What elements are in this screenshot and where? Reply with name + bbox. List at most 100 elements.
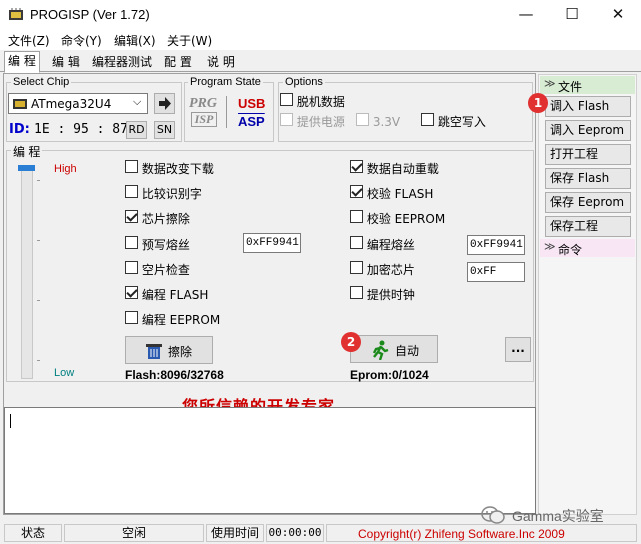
auto-button[interactable]: 自动 xyxy=(350,335,438,363)
annotation-badge-2: 2 xyxy=(341,332,361,352)
opt-compare-signature[interactable]: 比较识别字 xyxy=(125,185,202,202)
chevron-down-icon: ≫ xyxy=(544,77,556,90)
speed-slider-track[interactable] xyxy=(21,165,33,379)
select-chip-label: Select Chip xyxy=(11,76,72,88)
high-label: High xyxy=(54,163,77,175)
options-group xyxy=(278,82,533,142)
sidebar-file-label: 文件 xyxy=(558,80,583,94)
chevron-right-icon: ≫ xyxy=(544,240,556,253)
isp-label: ISP xyxy=(191,112,217,127)
opt-checkbox[interactable] xyxy=(125,311,138,324)
state-divider xyxy=(226,96,227,128)
opt-program-flash[interactable]: 编程 FLASH xyxy=(125,286,208,303)
opt-chip-erase[interactable]: 芯片擦除 xyxy=(125,210,190,227)
offline-data-option[interactable]: 脱机数据 xyxy=(280,93,345,110)
minimize-button[interactable]: — xyxy=(503,0,549,30)
opt-download-on-change[interactable]: 数据改变下载 xyxy=(125,160,214,177)
arrow-right-button[interactable] xyxy=(154,93,175,114)
opt-checkbox[interactable] xyxy=(350,160,363,173)
opt-checkbox[interactable] xyxy=(125,160,138,173)
status-label: 状态 xyxy=(4,524,62,542)
opt-checkbox[interactable] xyxy=(125,286,138,299)
opt-checkbox[interactable] xyxy=(350,210,363,223)
watermark-text: Gamma实验室 xyxy=(512,508,604,524)
title-bar: PROGISP (Ver 1.72) — ☐ ✕ xyxy=(0,0,641,30)
opt-verify-eeprom[interactable]: 校验 EEPROM xyxy=(350,210,445,227)
opt-encrypt-chip[interactable]: 加密芯片 xyxy=(350,261,415,278)
load-eeprom-button[interactable]: 调入 Eeprom xyxy=(545,120,631,141)
wechat-icon xyxy=(480,505,506,528)
opt-blank-check[interactable]: 空片检查 xyxy=(125,261,190,278)
menu-edit[interactable]: 编辑(X) xyxy=(114,32,156,49)
sn-button[interactable]: SN xyxy=(154,121,175,139)
menu-about[interactable]: 关于(W) xyxy=(167,32,212,49)
copyright-text: Copyright(r) Zhifeng Software.Inc 2009 xyxy=(358,527,565,541)
opt-checkbox[interactable] xyxy=(350,185,363,198)
offline-label: 脱机数据 xyxy=(296,95,345,109)
prg-label: PRG xyxy=(189,96,217,111)
save-project-button[interactable]: 保存工程 xyxy=(545,216,631,237)
erase-button[interactable]: 擦除 xyxy=(125,336,213,364)
sidebar-command-header[interactable]: ≫ 命令 xyxy=(540,239,635,257)
low-label: Low xyxy=(54,367,75,379)
opt-program-fuse[interactable]: 编程熔丝 xyxy=(350,236,415,253)
program-state-label: Program State xyxy=(188,76,263,88)
opt-checkbox[interactable] xyxy=(125,210,138,223)
watermark: Gamma实验室 xyxy=(480,504,640,526)
options-label: Options xyxy=(283,76,325,88)
close-button[interactable]: ✕ xyxy=(595,0,641,30)
tab-programmer-test[interactable]: 编程器测试 xyxy=(88,52,156,72)
opt-prewrite-fuse[interactable]: 预写熔丝 xyxy=(125,236,190,253)
opt-provide-clock[interactable]: 提供时钟 xyxy=(350,286,415,303)
skip-blank-label: 跳空写入 xyxy=(437,115,486,129)
slogan-text: 您所信赖的开发专家 xyxy=(182,397,336,407)
status-value: 空闲 xyxy=(64,524,204,542)
opt-verify-flash[interactable]: 校验 FLASH xyxy=(350,185,433,202)
arrow-right-icon xyxy=(159,97,171,110)
tab-config[interactable]: 配 置 xyxy=(160,52,196,72)
voltage-option[interactable]: 3.3V xyxy=(356,113,400,129)
lock-bits-input[interactable]: 0xFF xyxy=(467,262,525,282)
opt-checkbox[interactable] xyxy=(350,236,363,249)
menu-file[interactable]: 文件(Z) xyxy=(8,32,50,49)
save-eeprom-button[interactable]: 保存 Eeprom xyxy=(545,192,631,213)
opt-checkbox[interactable] xyxy=(350,261,363,274)
program-group xyxy=(6,150,534,382)
log-textarea[interactable] xyxy=(4,407,536,514)
tab-program[interactable]: 编 程 xyxy=(4,51,40,73)
save-flash-button[interactable]: 保存 Flash xyxy=(545,168,631,189)
skip-blank-option[interactable]: 跳空写入 xyxy=(421,113,486,130)
opt-checkbox[interactable] xyxy=(350,286,363,299)
rd-button[interactable]: RD xyxy=(126,121,147,139)
voltage-checkbox[interactable] xyxy=(356,113,369,126)
load-flash-button[interactable]: 调入 Flash xyxy=(545,96,631,117)
opt-checkbox[interactable] xyxy=(125,261,138,274)
usb-label: USB xyxy=(238,96,266,111)
power-checkbox[interactable] xyxy=(280,113,293,126)
tab-help[interactable]: 说 明 xyxy=(203,52,239,72)
window-title: PROGISP (Ver 1.72) xyxy=(30,7,150,22)
offline-checkbox[interactable] xyxy=(280,93,293,106)
opt-checkbox[interactable] xyxy=(125,185,138,198)
open-project-button[interactable]: 打开工程 xyxy=(545,144,631,165)
program-group-label: 编 程 xyxy=(11,143,43,160)
maximize-button[interactable]: ☐ xyxy=(549,0,595,30)
opt-checkbox[interactable] xyxy=(125,236,138,249)
time-label: 使用时间 xyxy=(206,524,264,542)
program-fuse-input[interactable]: 0xFF9941 xyxy=(467,235,525,255)
prewrite-fuse-input[interactable]: 0xFF9941 xyxy=(243,233,301,253)
power-option[interactable]: 提供电源 xyxy=(280,113,345,130)
opt-program-eeprom[interactable]: 编程 EEPROM xyxy=(125,311,220,328)
erase-label: 擦除 xyxy=(168,345,193,359)
menu-command[interactable]: 命令(Y) xyxy=(61,32,102,49)
skip-blank-checkbox[interactable] xyxy=(421,113,434,126)
speed-slider-thumb[interactable] xyxy=(18,165,35,171)
chevron-down-icon: ⌵ xyxy=(133,95,142,108)
more-button[interactable]: ... xyxy=(505,337,531,362)
tab-edit[interactable]: 编 辑 xyxy=(48,52,84,72)
opt-auto-reload[interactable]: 数据自动重载 xyxy=(350,160,439,177)
power-label: 提供电源 xyxy=(296,115,345,129)
chip-select[interactable]: ATmega32U4 ⌵ xyxy=(8,93,148,114)
chip-icon xyxy=(12,97,28,114)
sidebar-file-header[interactable]: ≫ 文件 xyxy=(540,76,635,94)
